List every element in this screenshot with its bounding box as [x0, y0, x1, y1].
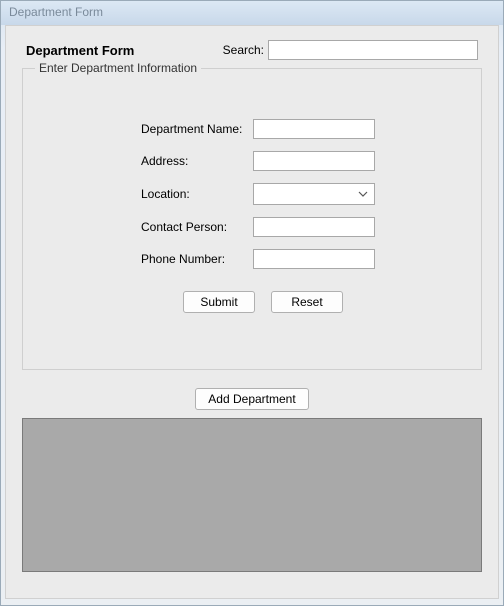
contact-label: Contact Person:	[141, 220, 245, 234]
app-window: Department Form Department Form Search: …	[0, 0, 504, 606]
search-group: Search:	[223, 40, 478, 60]
window-title: Department Form	[9, 5, 103, 19]
field-row-location: Location:	[141, 183, 469, 205]
dept-name-input[interactable]	[253, 119, 375, 139]
field-row-contact: Contact Person:	[141, 217, 469, 237]
contact-input[interactable]	[253, 217, 375, 237]
client-area: Department Form Search: Enter Department…	[5, 25, 499, 599]
window-titlebar: Department Form	[1, 1, 503, 25]
header-row: Department Form Search:	[22, 36, 482, 60]
field-row-phone: Phone Number:	[141, 249, 469, 269]
form-button-row: Submit Reset	[35, 291, 469, 313]
phone-input[interactable]	[253, 249, 375, 269]
phone-label: Phone Number:	[141, 252, 245, 266]
dept-name-label: Department Name:	[141, 122, 245, 136]
search-input[interactable]	[268, 40, 478, 60]
add-row: Add Department	[22, 388, 482, 410]
location-label: Location:	[141, 187, 245, 201]
search-label: Search:	[223, 43, 264, 57]
chevron-down-icon	[358, 191, 368, 197]
field-row-address: Address:	[141, 151, 469, 171]
group-legend: Enter Department Information	[35, 61, 201, 75]
submit-button[interactable]: Submit	[183, 291, 255, 313]
department-info-group: Enter Department Information Department …	[22, 68, 482, 370]
add-department-button[interactable]: Add Department	[195, 388, 308, 410]
field-row-dept-name: Department Name:	[141, 119, 469, 139]
page-title: Department Form	[26, 43, 134, 58]
data-grid[interactable]	[22, 418, 482, 572]
reset-button[interactable]: Reset	[271, 291, 343, 313]
location-select[interactable]	[253, 183, 375, 205]
address-input[interactable]	[253, 151, 375, 171]
address-label: Address:	[141, 154, 245, 168]
fields-container: Department Name: Address: Location:	[35, 119, 469, 269]
